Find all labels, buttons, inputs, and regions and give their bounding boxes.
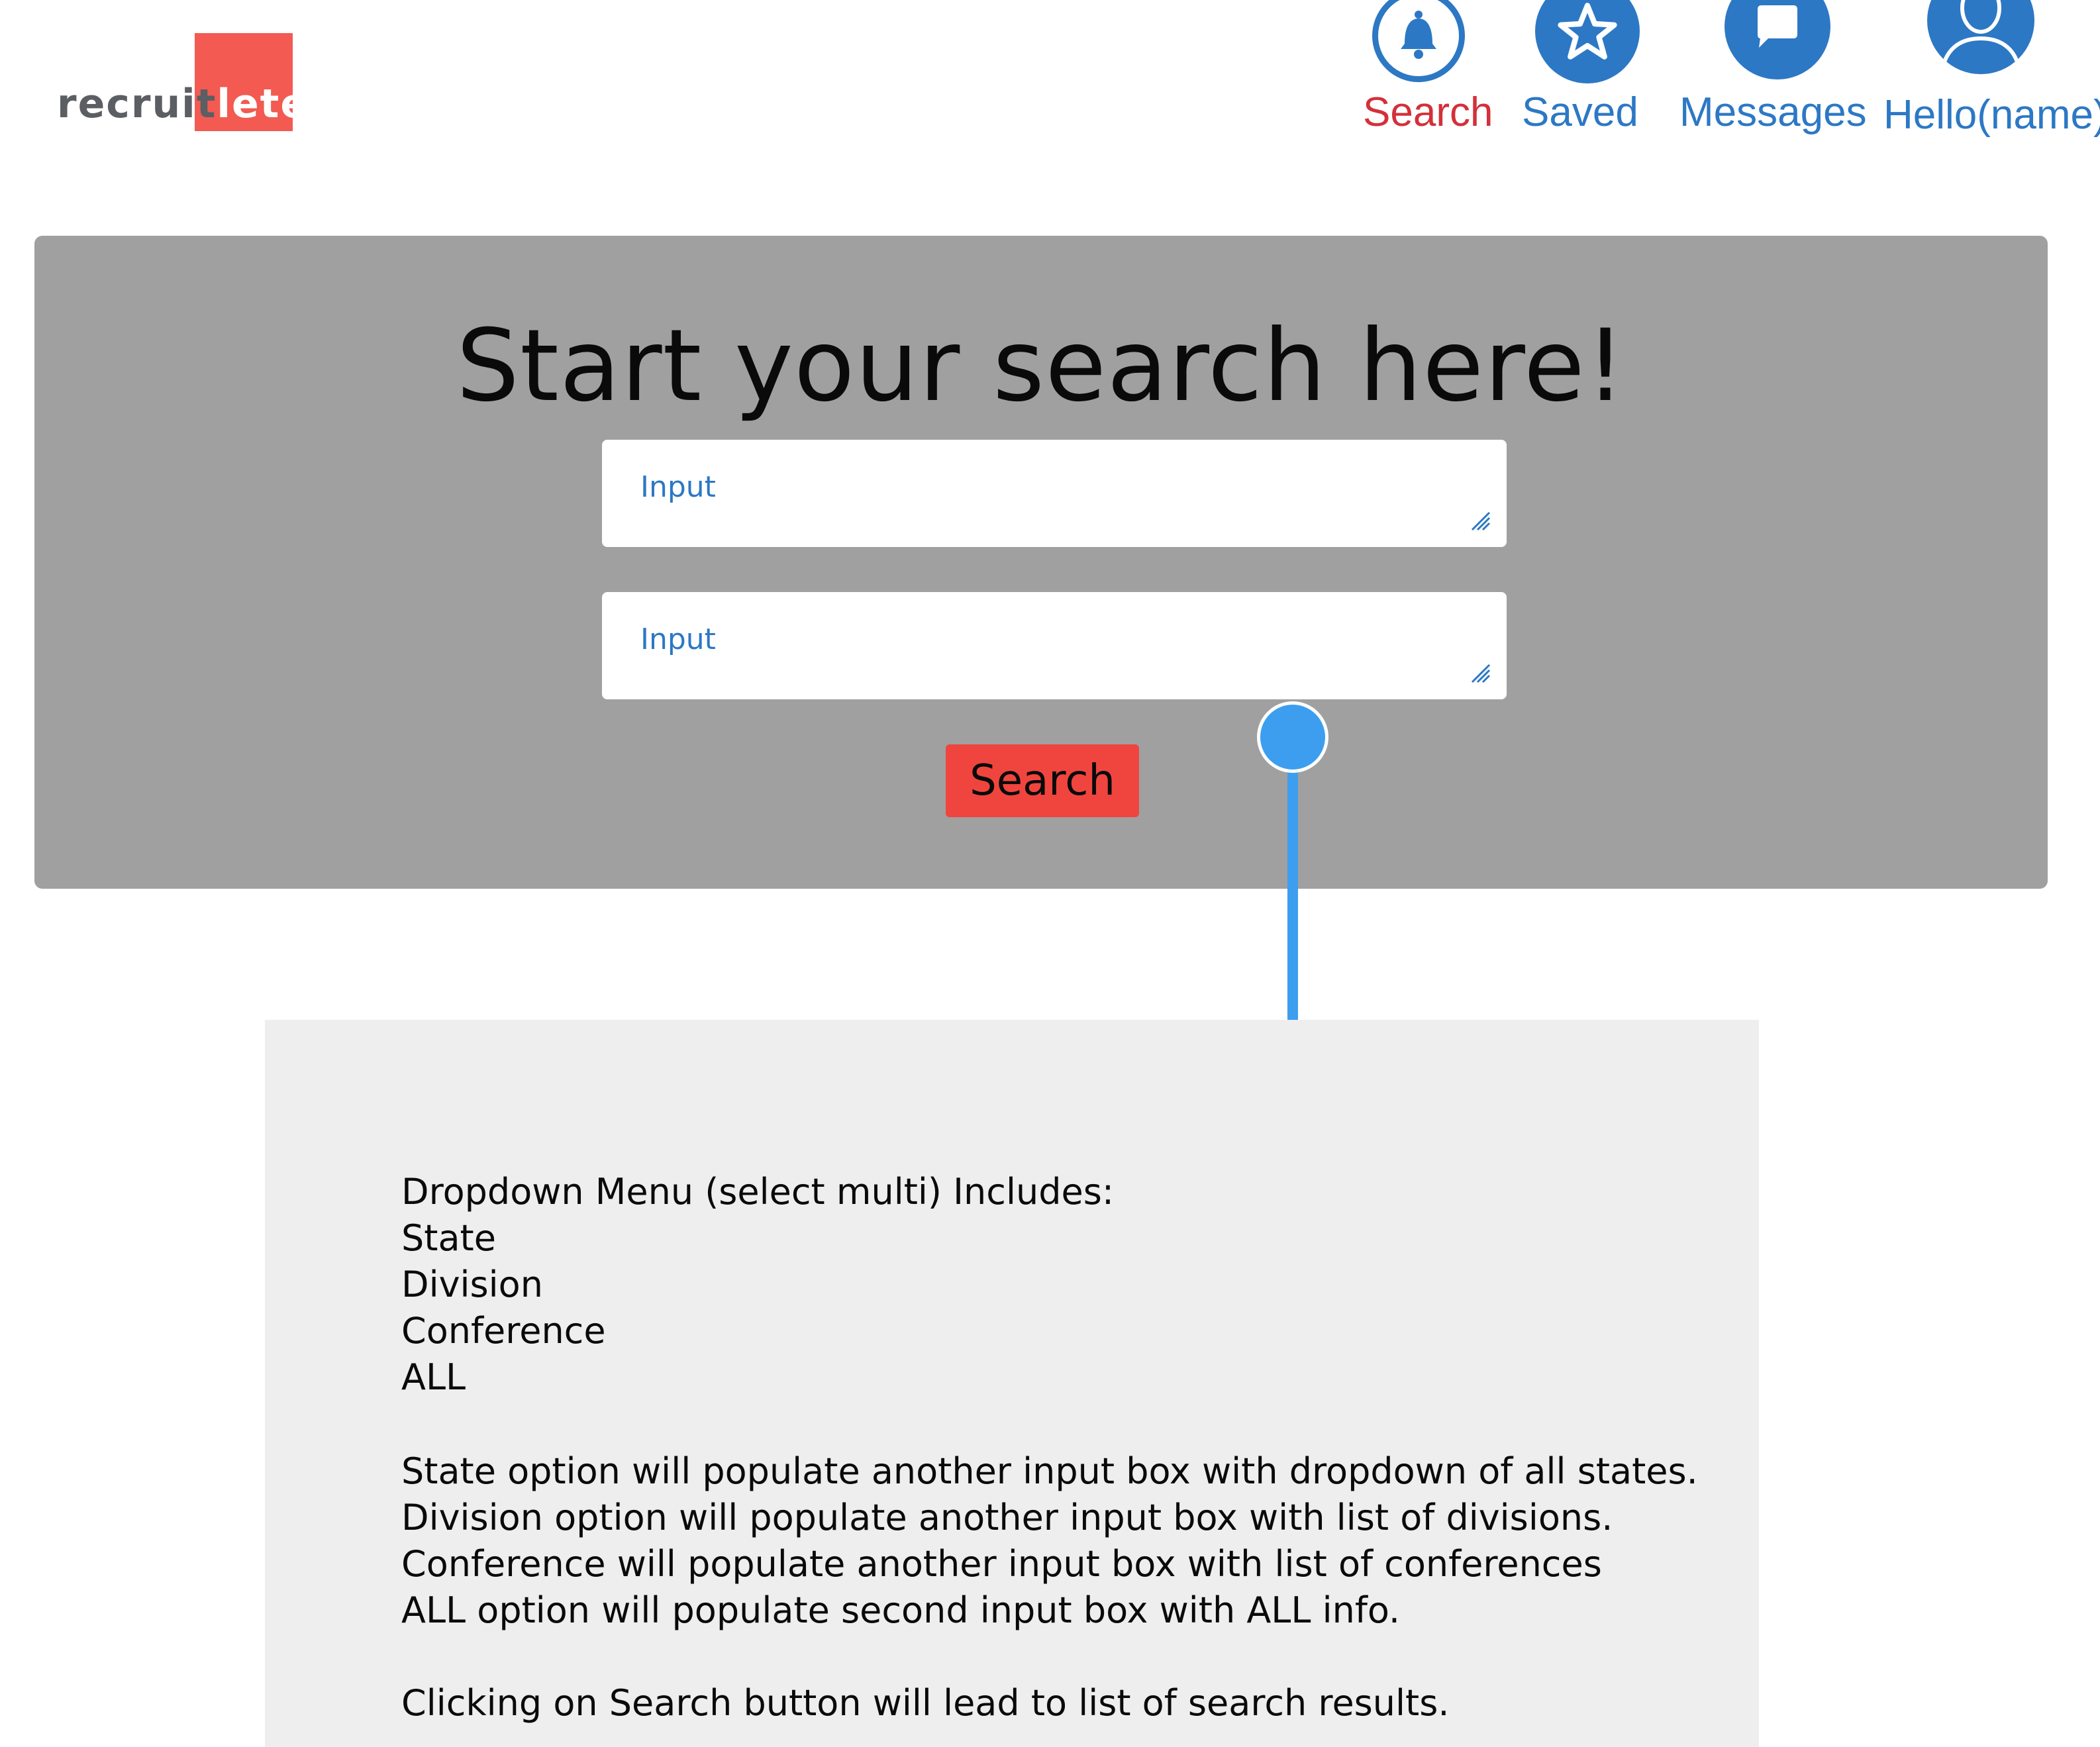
note-line: State option will populate another input… bbox=[401, 1450, 1698, 1492]
annotation-dot-top bbox=[1257, 701, 1328, 773]
bell-icon[interactable] bbox=[1372, 0, 1465, 82]
user-icon[interactable] bbox=[1927, 0, 2034, 74]
resize-handle-icon[interactable] bbox=[1467, 660, 1491, 683]
nav-profile-label[interactable]: Hello(name) bbox=[1883, 91, 2100, 138]
logo-wordmark: recruitlete bbox=[57, 81, 309, 127]
nav-messages-label[interactable]: Messages bbox=[1679, 89, 1867, 136]
note-line: Conference will populate another input b… bbox=[401, 1543, 1602, 1585]
note-line: ALL option will populate second input bo… bbox=[401, 1589, 1401, 1631]
note-line: Division option will populate another in… bbox=[401, 1497, 1613, 1538]
nav-saved-label[interactable]: Saved bbox=[1522, 89, 1638, 136]
logo-text-part1: recruit bbox=[57, 81, 217, 127]
brand-logo[interactable]: recruitlete bbox=[57, 33, 307, 131]
star-icon[interactable] bbox=[1535, 0, 1640, 83]
search-input-primary[interactable]: Input bbox=[602, 440, 1507, 547]
note-line: ALL bbox=[401, 1356, 466, 1398]
note-line: State bbox=[401, 1217, 496, 1259]
logo-text-part2: lete bbox=[217, 81, 309, 127]
search-input-secondary[interactable]: Input bbox=[602, 592, 1507, 699]
resize-handle-icon[interactable] bbox=[1467, 507, 1491, 531]
search-hero-panel: Start your search here! Input Input Sear… bbox=[34, 236, 2048, 889]
message-icon[interactable] bbox=[1725, 0, 1830, 79]
search-button[interactable]: Search bbox=[946, 744, 1139, 817]
note-line: Clicking on Search button will lead to l… bbox=[401, 1682, 1450, 1724]
note-line: Conference bbox=[401, 1310, 606, 1352]
nav-search-label[interactable]: Search bbox=[1363, 89, 1493, 136]
input-placeholder: Input bbox=[640, 623, 716, 656]
page-title: Start your search here! bbox=[456, 309, 1626, 424]
annotation-notes-panel: Dropdown Menu (select multi) Includes: S… bbox=[265, 1020, 1759, 1747]
input-placeholder: Input bbox=[640, 470, 716, 504]
note-line: Division bbox=[401, 1264, 543, 1305]
note-line: Dropdown Menu (select multi) Includes: bbox=[401, 1171, 1115, 1213]
